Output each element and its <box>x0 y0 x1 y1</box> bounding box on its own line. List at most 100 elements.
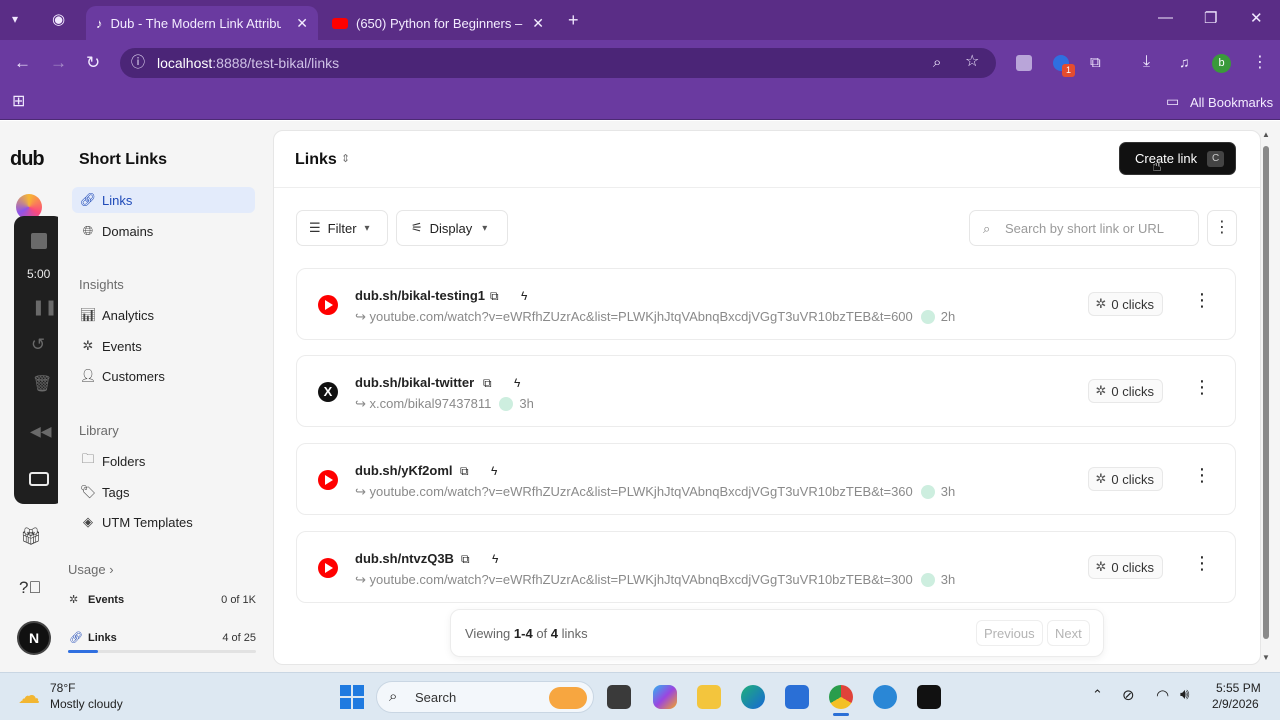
link-menu-icon[interactable]: ⋮ <box>1193 554 1211 572</box>
more-options-button[interactable]: ⋮ <box>1207 210 1237 246</box>
link-menu-icon[interactable]: ⋮ <box>1193 378 1211 396</box>
destination-url[interactable]: ↪ x.com/bikal97437811 3h <box>355 396 534 412</box>
download-icon[interactable]: ⤓ <box>1143 54 1150 70</box>
site-info-icon[interactable]: ⓘ <box>131 55 145 69</box>
link-card[interactable]: X dub.sh/bikal-twitter ⧉ ϟ ↪ x.com/bikal… <box>296 355 1236 427</box>
new-tab-icon[interactable]: + <box>568 11 579 29</box>
scroll-thumb[interactable] <box>1263 146 1269 639</box>
scroll-up-icon[interactable]: ▲ <box>1262 130 1270 139</box>
all-bookmarks-label[interactable]: All Bookmarks <box>1190 95 1273 110</box>
taskbar-search[interactable]: ⌕ Search <box>376 681 594 713</box>
recorder-app-icon[interactable] <box>873 685 897 709</box>
volume-icon[interactable]: 🔊︎ <box>1180 686 1189 703</box>
sidebar-item-tags[interactable]: 🏷︎ Tags <box>72 479 255 505</box>
url-text[interactable]: localhost:8888/test-bikal/links <box>157 55 339 71</box>
clicks-badge[interactable]: ✲ 0 clicks <box>1088 555 1163 579</box>
short-link[interactable]: dub.sh/ntvzQ3B <box>355 551 454 566</box>
display-button[interactable]: ⚟ Display ▾ <box>396 210 508 246</box>
restart-icon[interactable]: ↺ <box>31 335 45 355</box>
dub-logo[interactable]: dub <box>10 148 45 171</box>
copilot-icon[interactable] <box>653 685 677 709</box>
close-tab-icon[interactable]: ✕ <box>532 15 544 32</box>
minimize-icon[interactable]: — <box>1158 10 1173 25</box>
sidebar-item-utm-templates[interactable]: ◈ UTM Templates <box>72 509 255 535</box>
bookmark-star-icon[interactable]: ☆ <box>965 54 979 70</box>
extensions-puzzle-icon[interactable]: ⧉ <box>1090 55 1101 70</box>
profile-avatar[interactable]: b <box>1212 54 1231 73</box>
lightning-icon[interactable]: ϟ <box>521 289 527 303</box>
gift-icon[interactable]: 🎁︎ <box>20 527 42 547</box>
extension-icon[interactable] <box>1016 55 1032 71</box>
copy-icon[interactable]: ⧉ <box>490 289 499 304</box>
close-tab-icon[interactable]: ✕ <box>296 15 308 32</box>
sidebar-item-domains[interactable]: 🌐︎ Domains <box>72 218 255 244</box>
lightning-icon[interactable]: ϟ <box>492 552 498 566</box>
browser-menu-icon[interactable]: ⋮ <box>1252 55 1268 71</box>
maximize-icon[interactable]: ❐ <box>1204 11 1217 26</box>
start-button-icon[interactable] <box>340 685 364 709</box>
destination-url[interactable]: ↪ youtube.com/watch?v=eWRfhZUzrAc&list=P… <box>355 572 955 588</box>
link-card[interactable]: dub.sh/bikal-testing1 ⧉ ϟ ↪ youtube.com/… <box>296 268 1236 340</box>
camera-icon[interactable] <box>29 472 49 486</box>
tab-dub[interactable]: ♪ Dub - The Modern Link Attribution ✕ <box>86 6 318 40</box>
tab-youtube[interactable]: (650) Python for Beginners – Full ✕ <box>322 6 554 40</box>
tray-chevron-icon[interactable]: ⌃ <box>1092 687 1103 703</box>
clock-date[interactable]: 2/9/2026 <box>1212 697 1259 711</box>
short-link[interactable]: dub.sh/bikal-twitter <box>355 375 474 390</box>
help-icon[interactable]: ?⃝ <box>19 578 41 598</box>
short-link[interactable]: dub.sh/yKf2oml <box>355 463 453 478</box>
clicks-badge[interactable]: ✲ 0 clicks <box>1088 292 1163 316</box>
link-card[interactable]: dub.sh/ntvzQ3B ⧉ ϟ ↪ youtube.com/watch?v… <box>296 531 1236 603</box>
media-icon[interactable]: ♫ <box>1179 55 1190 69</box>
task-view-icon[interactable] <box>607 685 631 709</box>
address-bar[interactable]: ⓘ localhost:8888/test-bikal/links ⌕ ☆ <box>120 48 996 78</box>
clicks-badge[interactable]: ✲ 0 clicks <box>1088 379 1163 403</box>
forward-icon[interactable]: → <box>50 54 67 71</box>
store-icon[interactable] <box>785 685 809 709</box>
search-field[interactable]: ⌕ Search by short link or URL <box>969 210 1199 246</box>
chrome-icon[interactable] <box>829 685 853 709</box>
terminal-icon[interactable] <box>917 685 941 709</box>
destination-url[interactable]: ↪ youtube.com/watch?v=eWRfhZUzrAc&list=P… <box>355 484 955 500</box>
create-link-button[interactable]: Create link C <box>1119 142 1236 175</box>
wifi-icon[interactable]: ◠ <box>1156 686 1169 704</box>
lightning-icon[interactable]: ϟ <box>491 464 497 478</box>
user-avatar[interactable]: N <box>17 621 51 655</box>
sidebar-item-customers[interactable]: 👤︎ Customers <box>72 363 255 389</box>
weather-icon[interactable]: ☁︎ <box>18 683 40 709</box>
sidebar-item-events[interactable]: ✲ Events <box>72 333 255 359</box>
sort-switcher-icon[interactable]: ⇕ <box>341 152 350 165</box>
file-explorer-icon[interactable] <box>697 685 721 709</box>
rewind-icon[interactable]: ◀◀ <box>30 423 52 440</box>
page-scrollbar[interactable]: ▲ ▼ <box>1261 130 1271 665</box>
next-button[interactable]: Next <box>1047 620 1090 646</box>
short-link[interactable]: dub.sh/bikal-testing1 <box>355 288 485 303</box>
copy-icon[interactable]: ⧉ <box>460 464 469 479</box>
sidebar-item-folders[interactable]: 🗀 Folders <box>72 448 255 474</box>
edge-icon[interactable] <box>741 685 765 709</box>
reload-icon[interactable]: ↻ <box>86 54 100 71</box>
copy-icon[interactable]: ⧉ <box>483 376 492 391</box>
tab-search-chevron-icon[interactable]: ▾ <box>12 13 18 25</box>
zoom-icon[interactable]: ⌕ <box>933 55 941 70</box>
filter-button[interactable]: ☰ Filter ▾ <box>296 210 388 246</box>
sidebar-item-analytics[interactable]: 📊︎ Analytics <box>72 302 255 328</box>
lightning-icon[interactable]: ϟ <box>514 376 520 390</box>
destination-url[interactable]: ↪ youtube.com/watch?v=eWRfhZUzrAc&list=P… <box>355 309 955 325</box>
scroll-down-icon[interactable]: ▼ <box>1262 653 1270 662</box>
link-menu-icon[interactable]: ⋮ <box>1193 291 1211 309</box>
link-menu-icon[interactable]: ⋮ <box>1193 466 1211 484</box>
usage-header[interactable]: Usage › <box>68 562 114 577</box>
previous-button[interactable]: Previous <box>976 620 1043 646</box>
delete-icon[interactable]: 🗑︎ <box>32 374 52 394</box>
link-card[interactable]: dub.sh/yKf2oml ⧉ ϟ ↪ youtube.com/watch?v… <box>296 443 1236 515</box>
clock-time[interactable]: 5:55 PM <box>1216 681 1261 695</box>
clicks-badge[interactable]: ✲ 0 clicks <box>1088 467 1163 491</box>
stop-record-icon[interactable] <box>31 233 47 249</box>
tray-app-icon[interactable]: ⊘ <box>1122 686 1135 704</box>
sidebar-item-links[interactable]: 🔗︎ Links <box>72 187 255 213</box>
back-icon[interactable]: ← <box>14 54 31 71</box>
record-icon[interactable]: ◉ <box>52 12 65 27</box>
pause-icon[interactable]: ❚❚ <box>32 298 57 316</box>
apps-grid-icon[interactable]: ⊞ <box>12 94 25 110</box>
